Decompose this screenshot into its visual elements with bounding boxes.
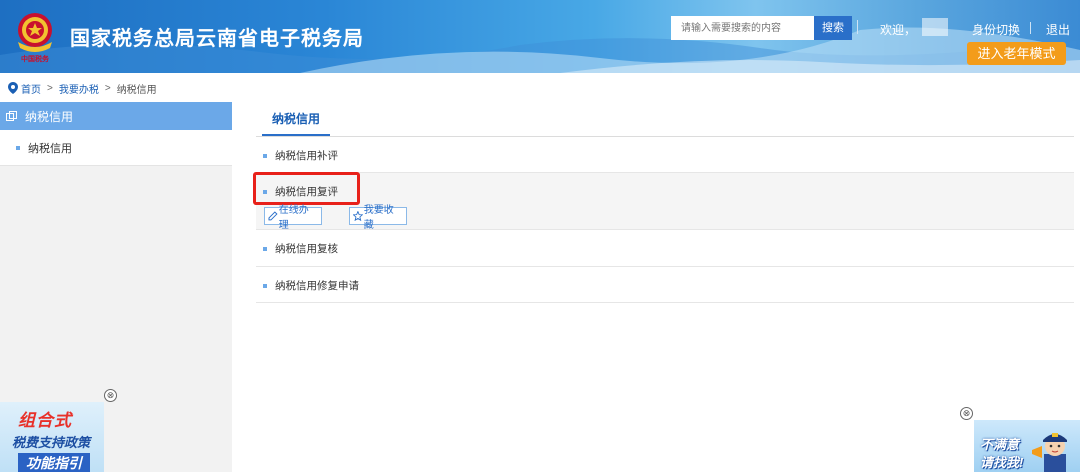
bullet-icon [16, 145, 20, 150]
star-icon [353, 211, 363, 221]
add-favorite-button[interactable]: 我要收藏 [349, 205, 407, 231]
sidebar-heading-label: 纳税信用 [25, 109, 74, 124]
bullet-icon [263, 153, 267, 158]
sidebar-heading: 纳税信用 [0, 102, 232, 130]
search-button[interactable]: 搜索 [814, 16, 852, 40]
banner-line1: 组合式 [18, 411, 72, 431]
add-favorite-label: 我要收藏 [363, 205, 394, 231]
online-handle-button[interactable]: 在线办理 [264, 205, 322, 231]
location-pin-icon [8, 82, 18, 94]
breadcrumb-separator: > [47, 82, 53, 94]
bullet-icon [263, 246, 267, 251]
officer-mascot-icon [1032, 433, 1067, 472]
elder-mode-button[interactable]: 进入老年模式 [967, 42, 1066, 65]
breadcrumb-current: 纳税信用 [116, 84, 157, 96]
emblem-caption: 中国税务 [21, 54, 50, 63]
bullet-icon [263, 283, 267, 288]
feedback-line2: 请找我! [980, 455, 1024, 470]
breadcrumb-home[interactable]: 首页 [21, 81, 41, 96]
search-input[interactable] [671, 16, 814, 40]
breadcrumb: 首页 > 我要办税 > 纳税信用 [8, 81, 157, 96]
list-item-label: 纳税信用补评 [275, 150, 338, 162]
switch-identity-link[interactable]: 身份切换 [972, 21, 1020, 38]
breadcrumb-separator: > [104, 82, 111, 94]
welcome-text: 欢迎， [880, 23, 917, 37]
feedback-line1: 不满意 [980, 437, 1020, 452]
header-divider [857, 20, 858, 34]
banner-line3: 功能指引 [18, 453, 90, 472]
header-divider [1030, 22, 1031, 34]
banner-line2: 税费支持政策 [12, 435, 91, 450]
window-icon [6, 111, 17, 121]
online-handle-label: 在线办理 [278, 205, 309, 231]
site-title[interactable]: 国家税务总局云南省电子税务局 [70, 22, 364, 51]
list-item[interactable]: 纳税信用补评 [256, 137, 1074, 173]
site-header: 中国税务 国家税务总局云南省电子税务局 搜索 欢迎， 身份切换 退出 进入老年模… [0, 0, 1080, 73]
sidebar-item-label: 纳税信用 [28, 142, 72, 155]
list-item[interactable]: 纳税信用复核 [256, 230, 1074, 267]
close-right-ad-icon[interactable]: ⊗ [960, 407, 973, 420]
logout-link[interactable]: 退出 [1046, 21, 1070, 38]
list-item[interactable]: 纳税信用修复申请 [256, 267, 1074, 303]
feedback-banner[interactable]: 不满意 请找我! [974, 420, 1080, 472]
sidebar-item-tax-credit[interactable]: 纳税信用 [0, 130, 232, 166]
pencil-icon [268, 211, 278, 221]
policy-guide-banner[interactable]: 组合式 税费支持政策 功能指引 [0, 402, 104, 472]
list-item-label: 纳税信用修复申请 [275, 280, 359, 292]
close-left-ad-icon[interactable]: ⊗ [104, 389, 117, 402]
list-item-label: 纳税信用复核 [275, 243, 338, 255]
tab-tax-credit[interactable]: 纳税信用 [262, 110, 331, 136]
username-redacted [922, 18, 948, 36]
breadcrumb-tax-handling[interactable]: 我要办税 [59, 81, 99, 96]
tax-emblem-icon: 中国税务 [18, 13, 52, 63]
